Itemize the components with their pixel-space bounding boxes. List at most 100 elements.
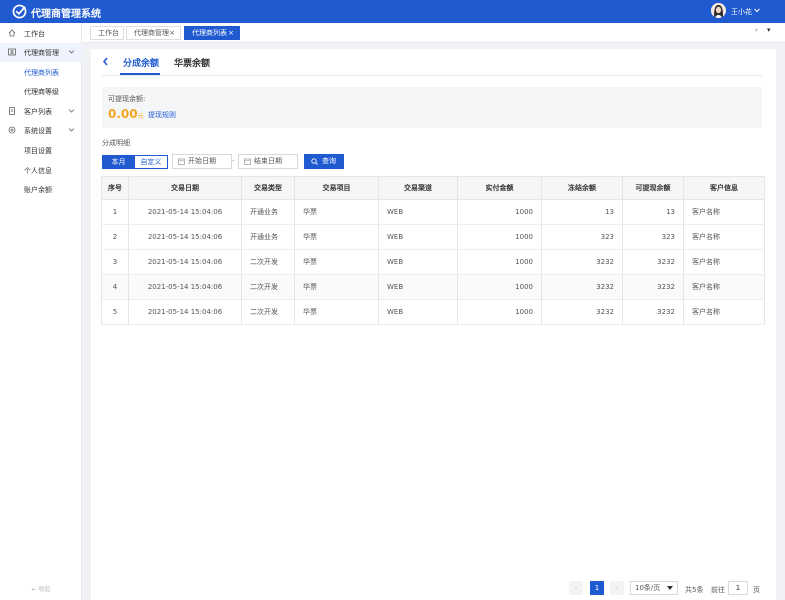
cell-withdrawable: 3232 [622, 299, 684, 325]
cell-frozen: 13 [541, 199, 623, 225]
cell-item: 华票 [294, 249, 379, 275]
header-withdrawable: 可提现余额 [622, 176, 684, 200]
user-name[interactable]: 王小花 [731, 7, 752, 17]
cell-frozen: 323 [541, 224, 623, 250]
table-row: 5 2021-05-14 15:04:06 二次开发 华票 WEB 1000 3… [101, 299, 765, 325]
page-size-select[interactable]: 10条/页 [630, 581, 678, 595]
pagination: ‹ 1 › 10条/页 共5条 前往 1 页 [91, 576, 776, 600]
header-date: 交易日期 [128, 176, 242, 200]
home-icon [8, 29, 16, 37]
tab-agent-management[interactable]: 代理商管理 × [126, 26, 181, 40]
sidebar-item-agent-level[interactable]: 代理商等级 [0, 82, 82, 101]
cell-customer: 客户名称 [683, 199, 765, 225]
cell-withdrawable: 323 [622, 224, 684, 250]
cell-type: 二次开发 [241, 249, 295, 275]
goto-label: 前往 [711, 586, 725, 594]
cell-index: 1 [101, 199, 129, 225]
back-arrow-icon[interactable] [101, 56, 110, 67]
cell-channel: WEB [378, 249, 458, 275]
chevron-down-icon [68, 109, 75, 113]
cell-frozen: 3232 [541, 274, 623, 300]
cell-item: 华票 [294, 199, 379, 225]
page-unit-label: 页 [753, 586, 760, 594]
cell-type: 开通业务 [241, 199, 295, 225]
caret-down-icon [667, 586, 673, 590]
sidebar-item-label: 代理商管理 [24, 49, 59, 57]
prev-page-button[interactable]: ‹ [569, 581, 583, 595]
sidebar-item-system-settings[interactable]: 系统设置 [0, 121, 82, 140]
cell-index: 5 [101, 299, 129, 325]
sidebar-item-label: 账户余额 [24, 186, 52, 194]
cell-date: 2021-05-14 15:04:06 [128, 274, 242, 300]
table-header-row: 序号 交易日期 交易类型 交易项目 交易渠道 实付金额 冻结余额 可提现余额 客… [101, 176, 765, 200]
tab-menu-dropdown-icon[interactable]: ▾ [767, 26, 771, 34]
balance-unit: 元 [137, 113, 144, 120]
tab-label: 代理商列表 [192, 29, 227, 37]
header-frozen: 冻结余额 [541, 176, 623, 200]
main-panel: 分成余额 华票余额 可提现余额: 0.00元 提现规则 分成明细 本月 自定义 … [91, 49, 776, 600]
detail-table: 序号 交易日期 交易类型 交易项目 交易渠道 实付金额 冻结余额 可提现余额 客… [101, 176, 765, 325]
sidebar-item-label: 代理商等级 [24, 88, 59, 96]
calendar-icon [178, 158, 185, 165]
cell-date: 2021-05-14 15:04:06 [128, 249, 242, 275]
cell-index: 2 [101, 224, 129, 250]
date-separator: - [232, 157, 235, 165]
page-1-button[interactable]: 1 [590, 581, 604, 595]
tab-label: 代理商管理 [134, 29, 169, 37]
sidebar-item-workbench[interactable]: 工作台 [0, 24, 82, 43]
sidebar-collapse-button[interactable]: ⇤ 收起 [0, 584, 82, 593]
tab-workbench[interactable]: 工作台 [90, 26, 124, 40]
tab-label: 工作台 [98, 29, 119, 37]
header-channel: 交易渠道 [378, 176, 458, 200]
tab-agent-list[interactable]: 代理商列表 × [184, 26, 240, 40]
sidebar-item-personal-info[interactable]: 个人信息 [0, 161, 82, 180]
next-page-button[interactable]: › [610, 581, 624, 595]
cell-paid: 1000 [457, 274, 542, 300]
header-item: 交易项目 [294, 176, 379, 200]
total-count: 共5条 [685, 586, 704, 594]
table-row: 2 2021-05-14 15:04:06 开通业务 华票 WEB 1000 3… [101, 224, 765, 250]
sidebar-item-label: 工作台 [24, 30, 45, 38]
start-date-input[interactable]: 开始日期 [172, 154, 232, 169]
logo-check-icon [12, 4, 27, 19]
cell-date: 2021-05-14 15:04:06 [128, 199, 242, 225]
balance-card: 可提现余额: 0.00元 提现规则 [102, 87, 762, 128]
table-row: 1 2021-05-14 15:04:06 开通业务 华票 WEB 1000 1… [101, 199, 765, 225]
tab-share-balance[interactable]: 分成余额 [123, 56, 159, 69]
chevron-down-icon [68, 128, 75, 132]
cell-paid: 1000 [457, 224, 542, 250]
cell-date: 2021-05-14 15:04:06 [128, 224, 242, 250]
this-month-button[interactable]: 本月 [102, 155, 135, 169]
sidebar-item-account-balance[interactable]: 账户余额 [0, 180, 82, 199]
tab-scroll-right-icon[interactable]: › [755, 26, 758, 34]
sidebar-item-project-settings[interactable]: 项目设置 [0, 141, 82, 160]
end-date-input[interactable]: 结束日期 [238, 154, 298, 169]
withdraw-rule-link[interactable]: 提现规则 [148, 110, 176, 120]
sidebar-item-agent-management[interactable]: 代理商管理 [0, 43, 82, 62]
sidebar-item-label: 系统设置 [24, 127, 52, 135]
top-header: 代理商管理系统 王小花 [0, 0, 785, 23]
sidebar-item-agent-list[interactable]: 代理商列表 [0, 63, 82, 82]
search-button[interactable]: 查询 [304, 154, 344, 169]
sidebar-item-label: 客户列表 [24, 108, 52, 116]
close-icon[interactable]: × [228, 27, 234, 39]
cell-withdrawable: 3232 [622, 249, 684, 275]
end-date-placeholder: 结束日期 [254, 157, 282, 165]
tab-huapiao-balance[interactable]: 华票余额 [174, 56, 210, 69]
cell-type: 二次开发 [241, 274, 295, 300]
cell-index: 3 [101, 249, 129, 275]
close-icon[interactable]: × [169, 27, 175, 39]
detail-section-title: 分成明细 [102, 139, 130, 147]
cell-item: 华票 [294, 274, 379, 300]
cell-channel: WEB [378, 199, 458, 225]
cell-index: 4 [101, 274, 129, 300]
start-date-placeholder: 开始日期 [188, 157, 216, 165]
cell-channel: WEB [378, 224, 458, 250]
custom-range-button[interactable]: 自定义 [134, 155, 168, 169]
user-menu-chevron-icon[interactable] [753, 6, 761, 14]
goto-page-input[interactable]: 1 [728, 581, 748, 595]
sidebar-item-customer-list[interactable]: 客户列表 [0, 102, 82, 121]
header-index: 序号 [101, 176, 129, 200]
user-avatar[interactable] [711, 3, 726, 18]
calendar-icon [244, 158, 251, 165]
